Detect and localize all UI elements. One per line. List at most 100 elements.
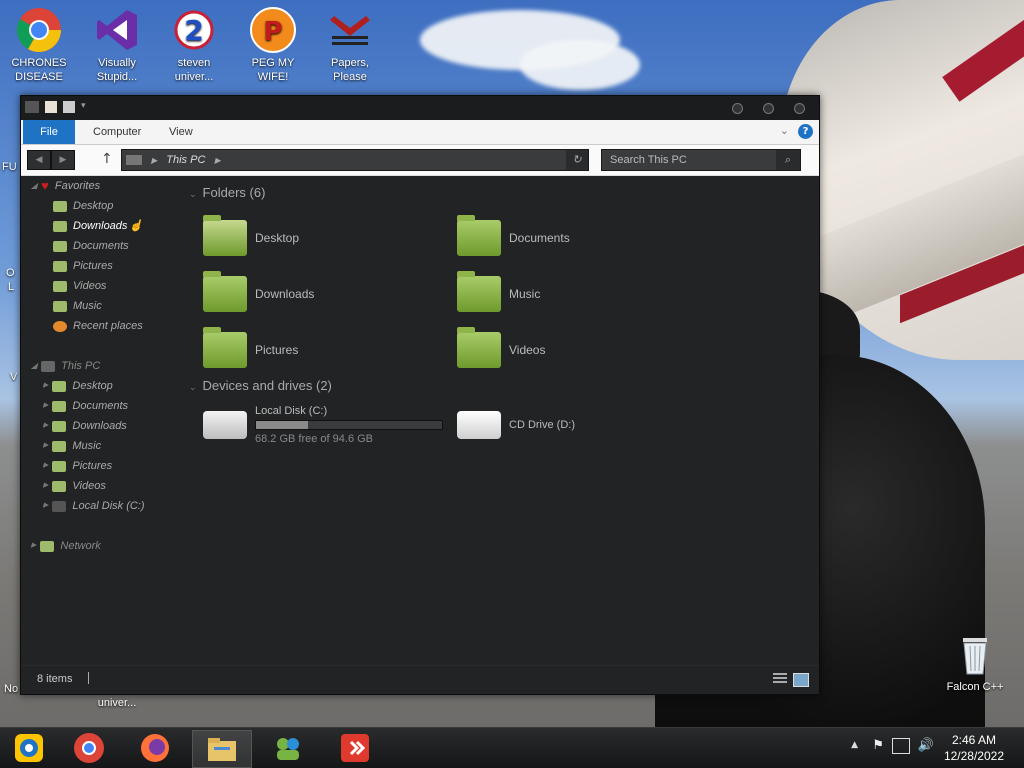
desktop-icon-papers-please[interactable]: Papers, Please <box>313 0 387 84</box>
clock[interactable]: 2:46 AM 12/28/2022 <box>944 732 1004 764</box>
computer-icon <box>126 155 142 166</box>
nav-fav-pictures[interactable]: Pictures <box>53 256 113 276</box>
breadcrumb-arrow-icon[interactable]: ▶ <box>214 156 220 165</box>
folder-pictures[interactable]: Pictures <box>203 326 443 374</box>
nav-favorites[interactable]: ◢ ♥ Favorites <box>31 176 100 196</box>
group-header-drives[interactable]: ⌄ Devices and drives (2) <box>189 378 332 393</box>
nav-fav-downloads[interactable]: Downloads ☝ <box>53 216 143 236</box>
desktop-icon-steven-universe[interactable]: 2 steven univer... <box>157 0 231 84</box>
network-icon <box>40 540 55 552</box>
taskbar-file-explorer[interactable] <box>192 730 252 768</box>
nav-pc-pictures[interactable]: ▶ Pictures <box>43 456 112 476</box>
nav-pc-videos[interactable]: ▶ Videos <box>43 476 106 496</box>
nav-fav-recent-places[interactable]: Recent places <box>53 316 143 336</box>
desktop-label-partial: O <box>6 267 15 279</box>
taskbar-chrome[interactable] <box>60 730 118 766</box>
computer-icon <box>41 360 56 372</box>
title-bar[interactable]: ▾ <box>21 96 819 120</box>
nav-pc-downloads[interactable]: ▶ Downloads <box>43 416 127 436</box>
forward-button[interactable]: ▶ <box>51 150 75 170</box>
nav-this-pc[interactable]: ◢ This PC <box>31 356 100 376</box>
chrome-icon <box>74 733 104 763</box>
desktop-icon-visual-studio[interactable]: Visually Stupid... <box>80 0 154 84</box>
folder-documents[interactable]: Documents <box>457 214 697 262</box>
pictures-folder-icon <box>203 327 247 368</box>
new-folder-icon[interactable] <box>63 101 75 113</box>
tab-computer[interactable]: Computer <box>93 120 141 144</box>
properties-icon[interactable] <box>45 101 57 113</box>
desktop-icon-chrome[interactable]: CHRONES DISEASE <box>2 0 76 84</box>
videos-folder-icon <box>457 327 501 368</box>
hard-drive-icon <box>203 411 247 439</box>
taskbar-app-red[interactable] <box>326 730 384 766</box>
desktop-icon-peggle[interactable]: P PEG MY WIFE! <box>236 0 310 84</box>
content-pane: ⌄ Folders (6) Desktop Documents Downloads… <box>181 176 819 656</box>
desktop-label-partial: univer... <box>97 697 137 709</box>
nav-fav-documents[interactable]: Documents <box>53 236 129 256</box>
folder-downloads[interactable]: Downloads <box>203 270 443 318</box>
videos-folder-icon <box>53 280 67 292</box>
close-button[interactable] <box>794 103 805 114</box>
pictures-folder-icon <box>53 260 67 272</box>
nav-fav-desktop[interactable]: Desktop <box>53 196 113 216</box>
search-input[interactable]: Search This PC ⌕ <box>601 149 801 171</box>
nav-fav-videos[interactable]: Videos <box>53 276 106 296</box>
desktop-icon-recycle-bin[interactable]: Falcon C++ <box>938 624 1012 694</box>
group-header-folders[interactable]: ⌄ Folders (6) <box>189 185 265 200</box>
tab-file[interactable]: File <box>23 120 75 144</box>
recent-places-icon <box>53 320 67 332</box>
nav-pc-documents[interactable]: ▶ Documents <box>43 396 128 416</box>
network-tray-icon[interactable] <box>892 738 910 754</box>
folder-desktop[interactable]: Desktop <box>203 214 443 262</box>
volume-icon[interactable]: 🔊 <box>918 738 934 753</box>
up-arrow-icon[interactable]: ↑ <box>101 151 113 167</box>
back-button[interactable]: ◀ <box>27 150 51 170</box>
videos-folder-icon <box>52 480 67 492</box>
taskbar: ▲ ⚑ 🔊 2:46 AM 12/28/2022 <box>0 727 1024 768</box>
folder-music[interactable]: Music <box>457 270 697 318</box>
refresh-icon[interactable]: ↻ <box>566 150 588 170</box>
visual-studio-icon <box>93 6 141 54</box>
navigation-pane: ◢ ♥ Favorites Desktop Downloads ☝ Docume… <box>21 176 171 656</box>
nav-pc-music[interactable]: ▶ Music <box>43 436 101 456</box>
window-menu-icon[interactable] <box>25 101 39 113</box>
drive-local-disk[interactable]: Local Disk (C:) 68.2 GB free of 94.6 GB <box>203 401 453 449</box>
drive-usage-fill <box>256 421 309 429</box>
red-arrow-app-icon <box>341 734 369 762</box>
desktop-label-partial: V <box>10 371 18 383</box>
music-folder-icon <box>457 271 501 312</box>
explorer-window[interactable]: ▾ File Computer View ⌄ ? ◀ ▶ ↑ ▶ This PC… <box>20 95 820 695</box>
large-icons-view-icon[interactable] <box>793 673 809 687</box>
desktop-label-partial: L <box>8 281 15 293</box>
start-button[interactable] <box>0 730 58 766</box>
folder-videos[interactable]: Videos <box>457 326 697 374</box>
breadcrumb-this-pc[interactable]: This PC <box>166 154 205 166</box>
maximize-button[interactable] <box>763 103 774 114</box>
people-icon <box>277 738 299 760</box>
drive-icon <box>52 500 67 512</box>
desktop-folder-icon <box>53 200 67 212</box>
minimize-button[interactable] <box>732 103 743 114</box>
nav-pc-desktop[interactable]: ▶ Desktop <box>43 376 113 396</box>
address-bar[interactable]: ▶ This PC ▶ ↻ <box>121 149 589 171</box>
status-divider <box>88 672 89 684</box>
tab-view[interactable]: View <box>169 120 193 144</box>
nav-fav-music[interactable]: Music <box>53 296 102 316</box>
pictures-folder-icon <box>52 460 67 472</box>
music-folder-icon <box>52 440 67 452</box>
drive-cd[interactable]: CD Drive (D:) <box>457 401 697 449</box>
search-icon[interactable]: ⌕ <box>776 150 800 170</box>
recycle-bin-icon <box>951 630 999 678</box>
action-center-flag-icon[interactable]: ⚑ <box>872 738 884 753</box>
show-hidden-icons-icon[interactable]: ▲ <box>851 740 858 750</box>
breadcrumb-arrow-icon[interactable]: ▶ <box>151 156 157 165</box>
svg-text:P: P <box>263 17 282 47</box>
details-view-icon[interactable] <box>773 673 787 685</box>
taskbar-firefox[interactable] <box>126 730 184 766</box>
chevron-down-icon[interactable]: ⌄ <box>780 124 789 137</box>
nav-network[interactable]: ▶ Network <box>31 536 101 556</box>
nav-pc-local-disk[interactable]: ▶ Local Disk (C:) <box>43 496 145 516</box>
customize-toolbar-icon[interactable]: ▾ <box>81 101 93 113</box>
help-icon[interactable]: ? <box>798 124 813 139</box>
taskbar-people-app[interactable] <box>258 730 316 766</box>
